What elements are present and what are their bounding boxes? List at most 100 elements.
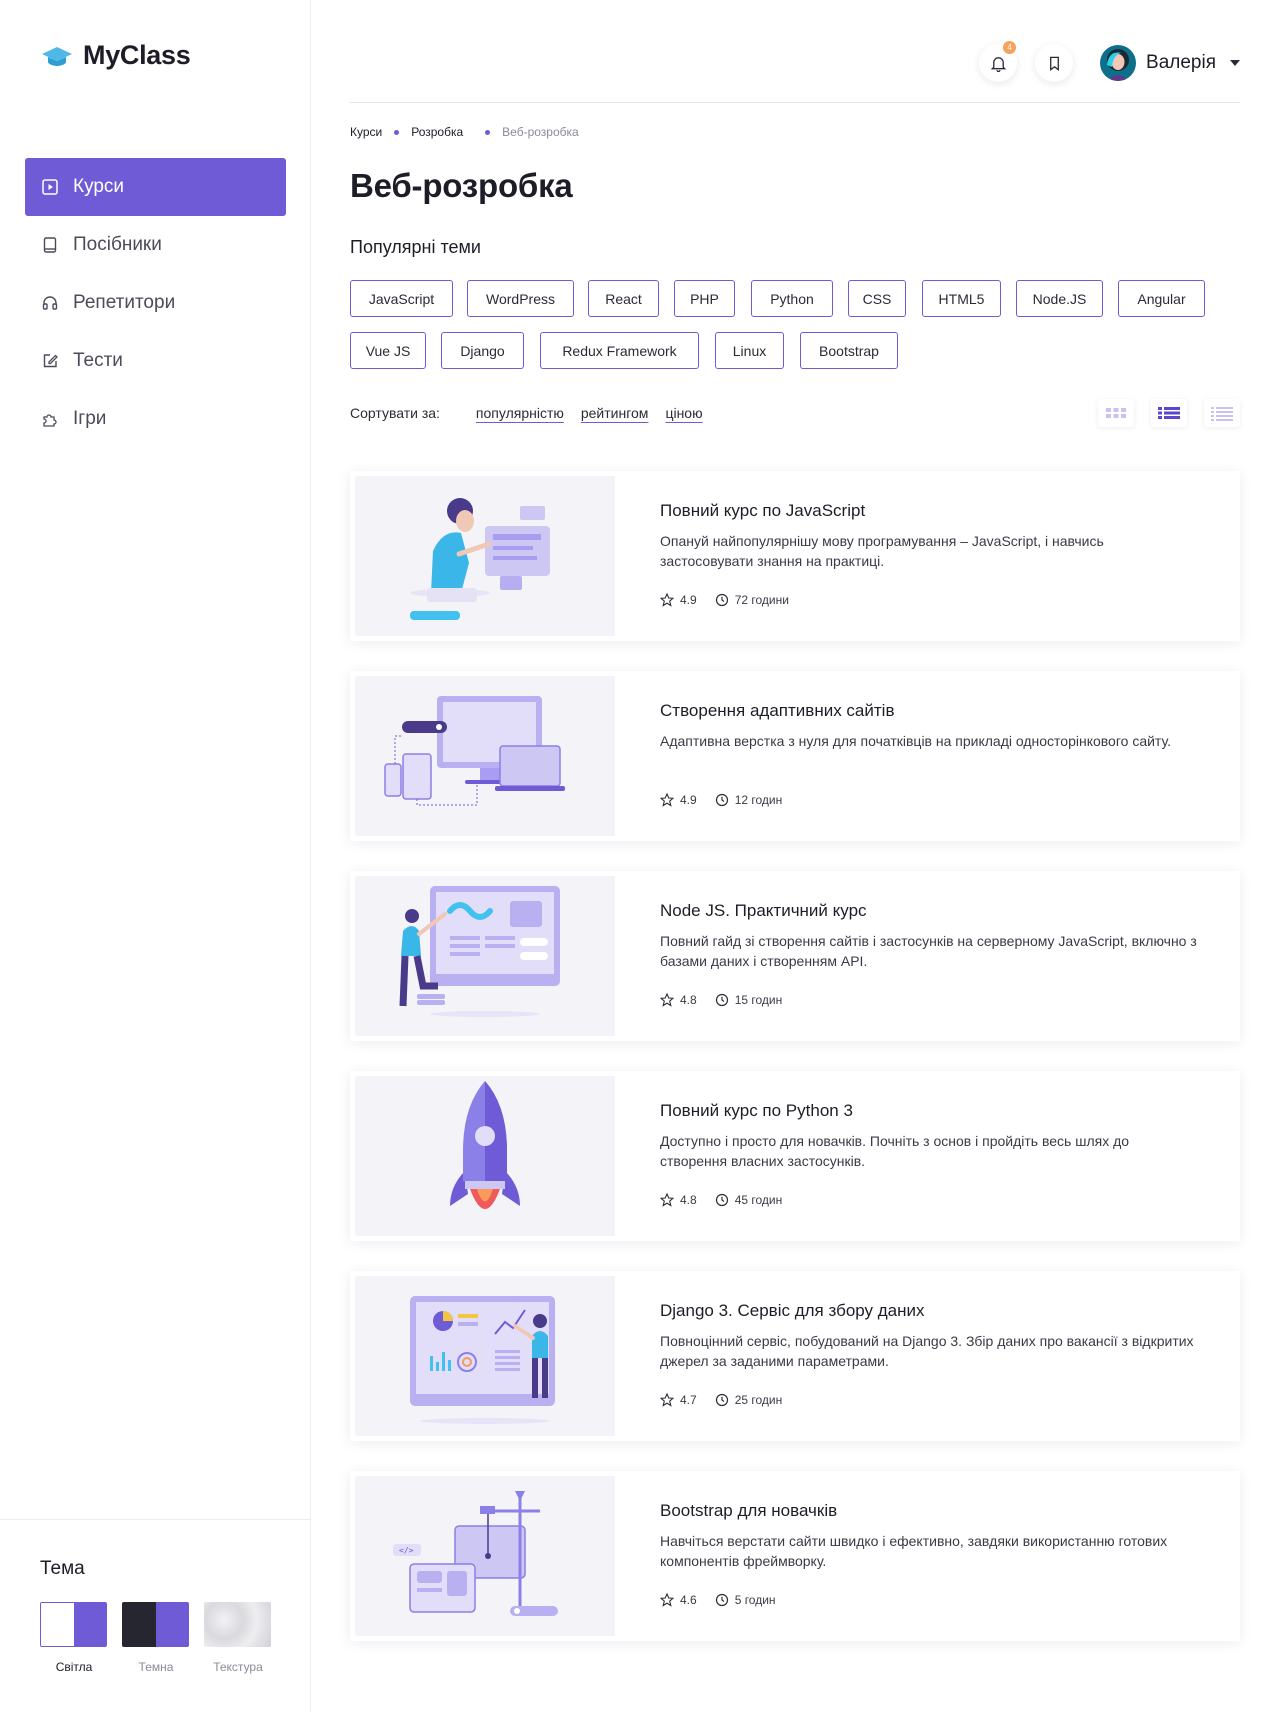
- grid-view-button[interactable]: [1098, 399, 1134, 427]
- topic-tag[interactable]: Node.JS: [1016, 280, 1103, 317]
- course-title: Bootstrap для новачків: [660, 1501, 838, 1520]
- topic-tag[interactable]: PHP: [674, 280, 735, 317]
- clock-icon: [715, 1593, 728, 1607]
- theme-title: Тема: [40, 1558, 85, 1579]
- topic-tag[interactable]: Vue JS: [350, 332, 426, 369]
- notifications-button[interactable]: 4: [979, 41, 1017, 82]
- topic-tag[interactable]: Angular: [1118, 280, 1205, 317]
- play-square-icon: [39, 176, 61, 198]
- course-card[interactable]: Повний курс по JavaScript Опануй найпопу…: [350, 471, 1240, 641]
- edit-icon: [39, 350, 61, 372]
- sort-by-price[interactable]: ціною: [665, 405, 702, 421]
- logo[interactable]: MyClass: [41, 40, 191, 71]
- sidebar-item-tutors[interactable]: Репетитори: [25, 274, 286, 332]
- course-card[interactable]: Node JS. Практичний курс Повний гайд зі …: [350, 871, 1240, 1041]
- course-card[interactable]: Повний курс по Python 3 Доступно і прост…: [350, 1071, 1240, 1241]
- topic-tag[interactable]: Bootstrap: [800, 332, 898, 369]
- course-duration: 72 години: [715, 593, 789, 607]
- bookmark-icon: [1049, 56, 1059, 71]
- sort-by-popularity[interactable]: популярністю: [476, 405, 564, 421]
- course-duration-value: 72 години: [734, 593, 789, 607]
- course-description: Адаптивна верстка з нуля для початківців…: [660, 733, 1171, 749]
- topic-tag[interactable]: Linux: [715, 332, 784, 369]
- popular-topics-title: Популярні теми: [350, 237, 481, 257]
- list-view-icon: [1158, 407, 1180, 419]
- course-illustration: [355, 676, 615, 836]
- user-menu[interactable]: Валерія: [1100, 44, 1240, 82]
- compact-list-view-icon: [1211, 407, 1233, 421]
- sidebar-item-courses[interactable]: Курси: [25, 158, 286, 216]
- theme-option-dark[interactable]: Темна: [122, 1602, 190, 1674]
- course-description: Доступно і просто для новачків. Почніть …: [660, 1133, 1130, 1169]
- topic-tag[interactable]: Redux Framework: [540, 332, 699, 369]
- course-rating: 4.9: [660, 793, 697, 807]
- course-rating-value: 4.9: [680, 793, 697, 807]
- sidebar-item-label: Посібники: [73, 234, 162, 255]
- topic-tag[interactable]: JavaScript: [350, 280, 453, 317]
- star-icon: [660, 1393, 674, 1407]
- sidebar-nav: Курси Посібники Репетитори Тести Ігри: [25, 158, 286, 448]
- course-description: Опануй найпопулярнішу мову програмування…: [660, 533, 1104, 569]
- sidebar-item-guides[interactable]: Посібники: [25, 216, 286, 274]
- theme-swatch-dark: [122, 1602, 189, 1647]
- course-rating: 4.9: [660, 593, 697, 607]
- theme-option-texture[interactable]: Текстура: [204, 1602, 272, 1674]
- sort-by-rating[interactable]: рейтингом: [581, 405, 649, 421]
- course-title: Node JS. Практичний курс: [660, 901, 867, 920]
- course-card[interactable]: Створення адаптивних сайтів Адаптивна ве…: [350, 671, 1240, 841]
- topic-tag[interactable]: WordPress: [467, 280, 574, 317]
- sidebar-item-games[interactable]: Ігри: [25, 390, 286, 448]
- course-duration: 15 годин: [715, 993, 783, 1007]
- sidebar-item-label: Курси: [73, 176, 125, 197]
- course-description: Навчіться верстати сайти швидко і ефекти…: [660, 1533, 1168, 1569]
- compact-list-view-button[interactable]: [1204, 399, 1240, 427]
- course-duration: 45 годин: [715, 1193, 782, 1207]
- sidebar-item-tests[interactable]: Тести: [25, 332, 286, 390]
- breadcrumb-item[interactable]: Курси: [350, 125, 382, 139]
- topic-tag[interactable]: HTML5: [922, 280, 1001, 317]
- list-view-button[interactable]: [1151, 399, 1187, 427]
- theme-swatch-light: [40, 1602, 107, 1647]
- clock-icon: [715, 593, 728, 607]
- course-title: Повний курс по JavaScript: [660, 501, 866, 520]
- theme-panel: Тема Світла Темна Текстура: [0, 1519, 311, 1712]
- course-illustration: [355, 876, 615, 1036]
- breadcrumb-item-current: Веб-розробка: [502, 125, 579, 139]
- sidebar-item-label: Ігри: [73, 408, 107, 429]
- course-duration-value: 12 годин: [734, 793, 783, 807]
- course-title: Створення адаптивних сайтів: [660, 701, 895, 720]
- theme-swatch-texture: [204, 1602, 271, 1647]
- course-duration-value: 15 годин: [734, 993, 783, 1007]
- topic-tag[interactable]: Django: [441, 332, 524, 369]
- clock-icon: [715, 1193, 728, 1207]
- breadcrumb-separator: [485, 129, 491, 135]
- course-card[interactable]: Django 3. Сервіс для збору даних Повноці…: [350, 1271, 1240, 1441]
- user-name: Валерія: [1146, 52, 1216, 73]
- bookmarks-button[interactable]: [1035, 44, 1073, 82]
- star-icon: [660, 793, 674, 807]
- sidebar-item-label: Тести: [73, 350, 123, 371]
- course-card[interactable]: </> Bootstrap для новачків Навчіться вер…: [350, 1471, 1240, 1641]
- topic-tag[interactable]: CSS: [848, 280, 906, 317]
- course-illustration: [355, 1076, 615, 1236]
- top-bar: 4 Валерія: [350, 0, 1240, 103]
- sidebar: MyClass Курси Посібники Репетитори Тести: [0, 0, 311, 1712]
- star-icon: [660, 1593, 674, 1607]
- view-mode-switcher: [1081, 399, 1240, 427]
- puzzle-icon: [39, 408, 61, 430]
- course-rating: 4.8: [660, 993, 697, 1007]
- theme-option-light[interactable]: Світла: [40, 1602, 108, 1674]
- course-rating: 4.7: [660, 1393, 697, 1407]
- chevron-down-icon: [1230, 60, 1240, 66]
- course-rating-value: 4.6: [680, 1593, 697, 1607]
- theme-option-label: Світла: [55, 1660, 93, 1674]
- app-name: MyClass: [83, 40, 191, 70]
- headphones-icon: [39, 292, 61, 314]
- course-meta: 4.9 72 години: [660, 593, 807, 607]
- course-title: Повний курс по Python 3: [660, 1101, 853, 1120]
- topic-tag[interactable]: Python: [751, 280, 833, 317]
- topic-tag[interactable]: React: [588, 280, 659, 317]
- breadcrumb-item[interactable]: Розробка: [411, 125, 463, 139]
- theme-option-label: Текстура: [213, 1660, 263, 1674]
- course-duration: 5 годин: [715, 1593, 776, 1607]
